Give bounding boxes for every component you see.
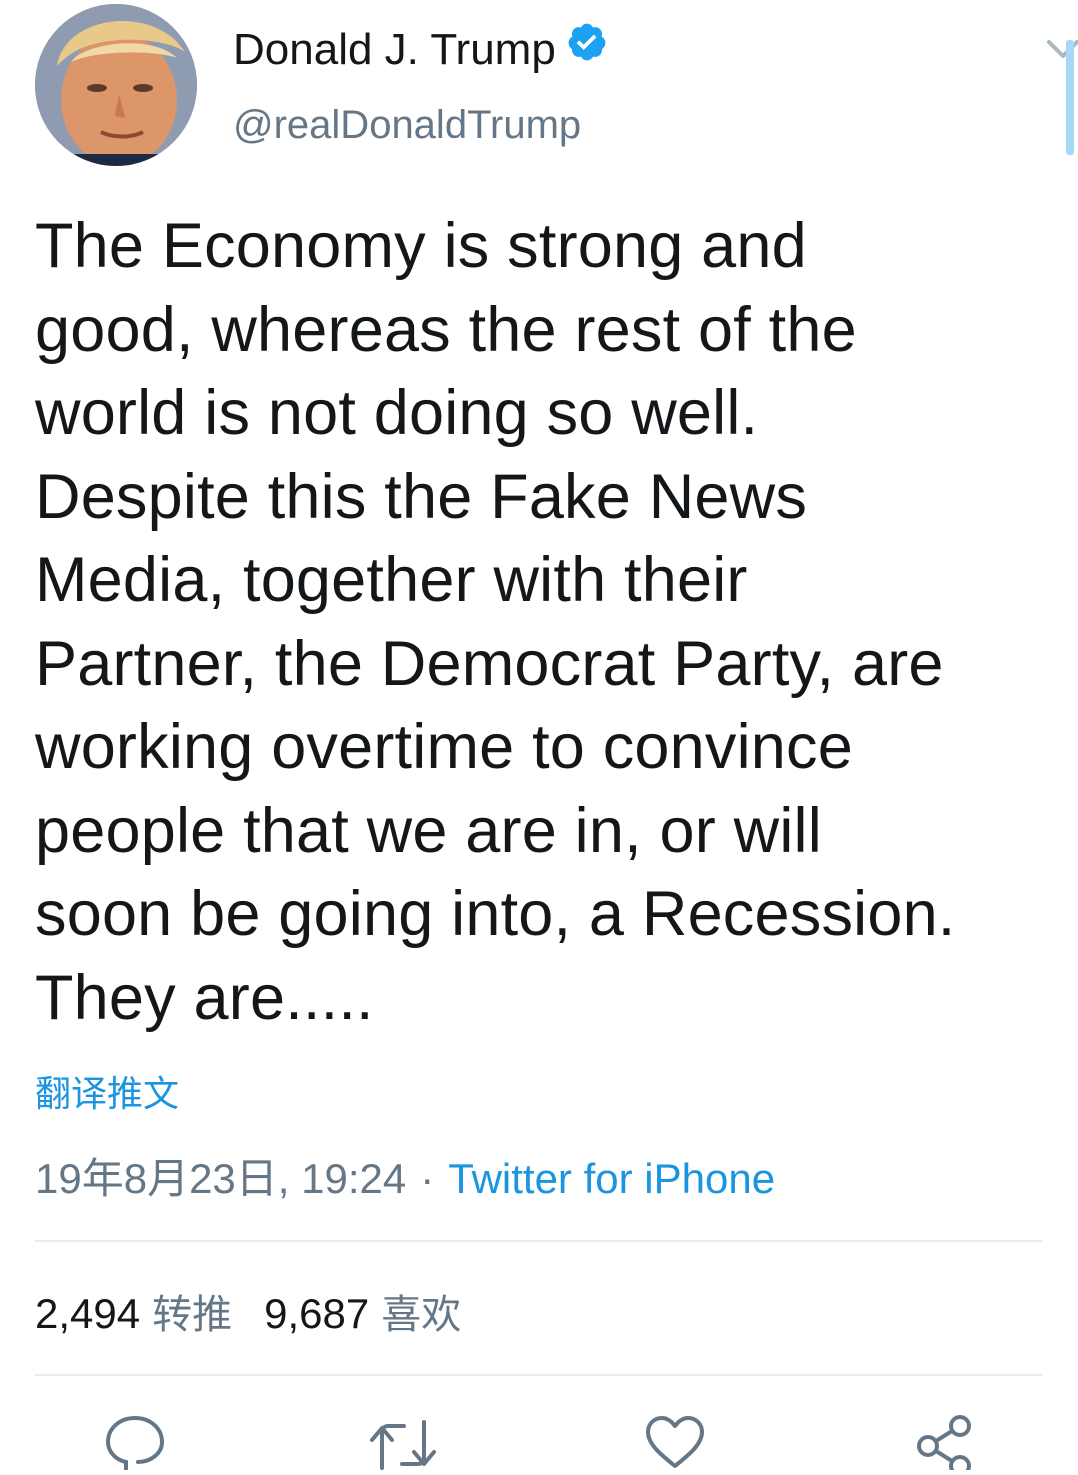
share-icon[interactable] <box>910 1410 980 1475</box>
scrollbar[interactable] <box>1066 40 1074 155</box>
retweets-stat[interactable]: 2,494 转推 <box>35 1290 232 1337</box>
retweets-count: 2,494 <box>35 1290 141 1337</box>
tweet-timestamp[interactable]: 19年8月23日, 19:24 <box>35 1155 406 1202</box>
tweet-text: The Economy is strong and good, whereas … <box>35 211 956 1033</box>
likes-stat[interactable]: 9,687 喜欢 <box>264 1290 461 1337</box>
display-name[interactable]: Donald J. Trump <box>233 25 556 74</box>
reply-icon[interactable] <box>100 1410 170 1472</box>
likes-label: 喜欢 <box>381 1293 462 1337</box>
tweet-meta: 19年8月23日, 19:24 · Twitter for iPhone <box>35 1152 775 1206</box>
retweets-label: 转推 <box>152 1293 233 1337</box>
tweet-stats: 2,494 转推 9,687 喜欢 <box>35 1282 461 1342</box>
divider <box>35 1374 1043 1376</box>
tweet-detail: Donald J. Trump @realDonaldTrump The Eco… <box>0 0 1078 1475</box>
heart-icon[interactable] <box>640 1410 710 1470</box>
translate-tweet-link[interactable]: 翻译推文 <box>35 1070 179 1118</box>
avatar[interactable] <box>35 4 197 166</box>
divider <box>35 1240 1043 1242</box>
retweet-icon[interactable] <box>368 1410 438 1470</box>
action-bar <box>0 1410 1078 1475</box>
meta-separator: · <box>420 1155 435 1202</box>
tweet-header: Donald J. Trump @realDonaldTrump <box>35 4 1078 169</box>
display-name-row[interactable]: Donald J. Trump <box>233 24 608 76</box>
user-handle[interactable]: @realDonaldTrump <box>233 100 581 150</box>
verified-badge-icon <box>566 21 608 75</box>
avatar-image <box>35 4 197 166</box>
likes-count: 9,687 <box>264 1290 370 1337</box>
tweet-source-link[interactable]: Twitter for iPhone <box>448 1155 775 1202</box>
